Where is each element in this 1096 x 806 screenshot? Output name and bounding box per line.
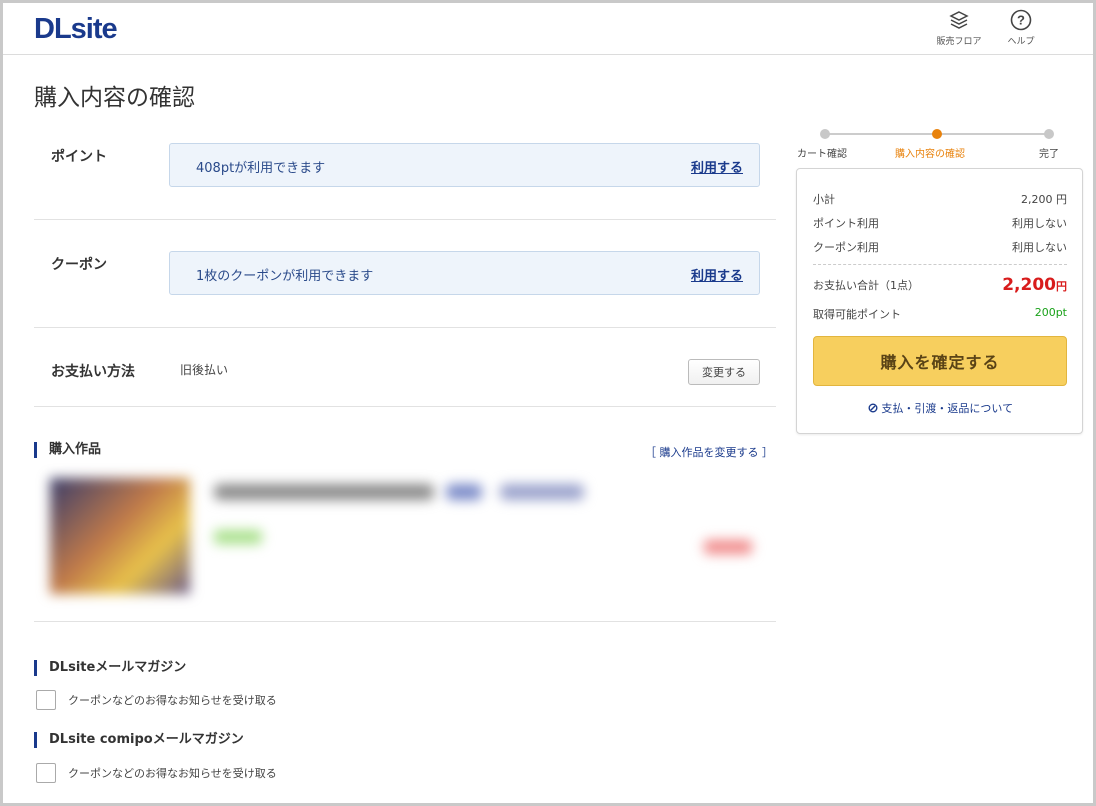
floor-icon bbox=[948, 9, 970, 31]
confirm-purchase-button[interactable]: 購入を確定する bbox=[813, 336, 1067, 386]
step-dot-cart bbox=[820, 129, 830, 139]
subtotal-row: 小計 2,200 円 bbox=[813, 191, 1067, 207]
newsletter-checkbox-comipo[interactable] bbox=[36, 763, 56, 783]
svg-text:?: ? bbox=[1017, 13, 1025, 28]
earn-points-label: 取得可能ポイント bbox=[813, 308, 901, 321]
total-amount: 2,200 bbox=[1002, 275, 1056, 295]
total-row: お支払い合計（1点） 2,200円 bbox=[813, 275, 1067, 295]
coupon-box: 1枚のクーポンが利用できます 利用する bbox=[169, 251, 760, 295]
step-dot-complete bbox=[1044, 129, 1054, 139]
subtotal-label: 小計 bbox=[813, 193, 835, 206]
help-nav-label: ヘルプ bbox=[1007, 37, 1035, 47]
use-points-link[interactable]: 利用する bbox=[691, 157, 743, 176]
payment-method-value: 旧後払い bbox=[180, 363, 229, 377]
work-title-blur bbox=[214, 484, 434, 500]
coupon-use-row: クーポン利用 利用しない bbox=[813, 239, 1067, 255]
points-row: ポイント 408ptが利用できます 利用する bbox=[34, 130, 776, 220]
point-use-label: ポイント利用 bbox=[813, 217, 879, 230]
newsletter-heading-dlsite: DLsiteメールマガジン bbox=[34, 660, 186, 676]
order-summary-panel: 小計 2,200 円 ポイント利用 利用しない クーポン利用 利用しない お支払… bbox=[796, 168, 1083, 434]
coupon-use-label: クーポン利用 bbox=[813, 241, 879, 254]
newsletter-option-dlsite[interactable]: クーポンなどのお得なお知らせを受け取る bbox=[36, 690, 277, 710]
payment-row: お支払い方法 旧後払い 変更する bbox=[34, 328, 776, 407]
earn-points-row: 取得可能ポイント 200pt bbox=[813, 306, 1067, 322]
change-payment-button[interactable]: 変更する bbox=[688, 359, 760, 385]
work-thumbnail bbox=[50, 478, 190, 594]
payment-delivery-returns-link[interactable]: 支払・引渡・返品について bbox=[797, 400, 1084, 416]
points-message: 408ptが利用できます bbox=[196, 161, 326, 176]
newsletter-checkbox-dlsite[interactable] bbox=[36, 690, 56, 710]
total-unit: 円 bbox=[1056, 280, 1067, 293]
dlsite-logo[interactable]: DLsite bbox=[34, 13, 118, 46]
work-price-blur bbox=[704, 540, 752, 554]
help-icon: ? bbox=[1010, 9, 1032, 31]
work-tag-blur bbox=[500, 484, 584, 500]
newsletter-checkbox-label: クーポンなどのお得なお知らせを受け取る bbox=[68, 694, 277, 707]
coupon-use-value: 利用しない bbox=[1012, 241, 1067, 254]
coupon-row: クーポン 1枚のクーポンが利用できます 利用する bbox=[34, 220, 776, 328]
earn-points-value: 200pt bbox=[1034, 306, 1067, 319]
newsletter-checkbox-label: クーポンなどのお得なお知らせを受け取る bbox=[68, 767, 277, 780]
purchased-work-item[interactable] bbox=[34, 470, 776, 622]
point-use-row: ポイント利用 利用しない bbox=[813, 215, 1067, 231]
step-label-confirm: 購入内容の確認 bbox=[895, 149, 965, 160]
payment-delivery-returns-label: 支払・引渡・返品について bbox=[881, 402, 1014, 415]
points-box: 408ptが利用できます 利用する bbox=[169, 143, 760, 187]
newsletter-heading-comipo: DLsite comipoメールマガジン bbox=[34, 732, 244, 748]
coupon-label: クーポン bbox=[51, 257, 107, 273]
newsletter-option-comipo[interactable]: クーポンなどのお得なお知らせを受け取る bbox=[36, 763, 277, 783]
checkout-stepper: カート確認 購入内容の確認 完了 bbox=[797, 124, 1067, 164]
total-value: 2,200円 bbox=[1002, 275, 1067, 295]
help-nav-button[interactable]: ? ヘルプ bbox=[991, 9, 1051, 47]
points-label: ポイント bbox=[51, 149, 107, 165]
step-label-cart: カート確認 bbox=[797, 149, 847, 160]
change-works-link[interactable]: ［ 購入作品を変更する ］ bbox=[645, 444, 773, 460]
work-circle-blur bbox=[446, 484, 482, 500]
step-dot-confirm bbox=[932, 129, 942, 139]
step-label-complete: 完了 bbox=[1039, 149, 1059, 160]
payment-label: お支払い方法 bbox=[51, 364, 135, 380]
link-icon bbox=[868, 403, 878, 416]
total-label: お支払い合計（1点） bbox=[813, 279, 919, 292]
floor-nav-label: 販売フロア bbox=[936, 37, 982, 47]
subtotal-value: 2,200 円 bbox=[1021, 193, 1067, 206]
floor-nav-button[interactable]: 販売フロア bbox=[929, 9, 989, 47]
purchased-works-heading: 購入作品 bbox=[34, 442, 101, 458]
coupon-message: 1枚のクーポンが利用できます bbox=[196, 269, 374, 284]
page-title: 購入内容の確認 bbox=[34, 85, 195, 111]
summary-divider bbox=[813, 264, 1067, 265]
work-category-blur bbox=[214, 530, 262, 544]
point-use-value: 利用しない bbox=[1012, 217, 1067, 230]
site-header: DLsite 販売フロア ? ヘルプ bbox=[3, 3, 1093, 55]
use-coupon-link[interactable]: 利用する bbox=[691, 265, 743, 284]
